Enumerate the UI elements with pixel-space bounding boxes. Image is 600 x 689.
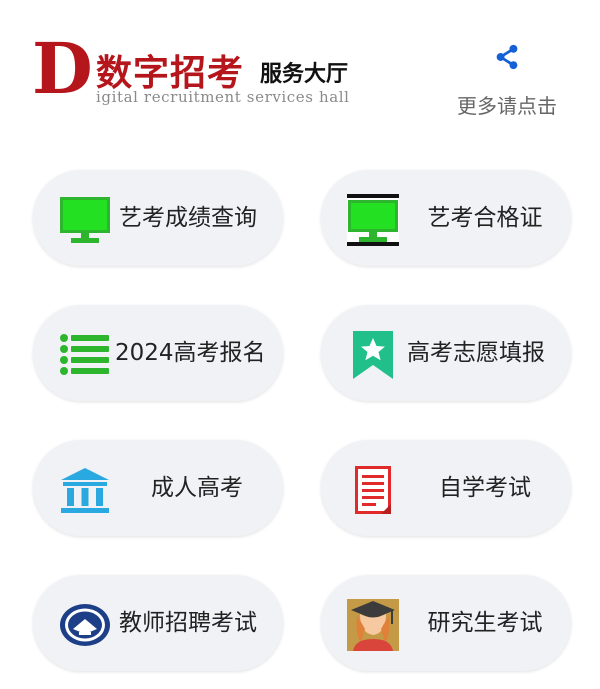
share-icon[interactable]	[493, 42, 521, 72]
logo-subtitle: 服务大厅	[260, 62, 349, 87]
share-label[interactable]: 更多请点击	[442, 90, 572, 119]
tile-postgraduate-exam[interactable]: 研究生考试	[321, 575, 571, 671]
tile-self-study-exam[interactable]: 自学考试	[321, 440, 571, 536]
logo-letter: D	[32, 27, 93, 110]
tile-label: 艺考成绩查询	[119, 205, 257, 231]
document-icon	[355, 466, 391, 514]
page: D 数字招考 服务大厅 igital recruitment services …	[0, 0, 600, 689]
building-icon	[61, 468, 109, 513]
tile-gaokao-registration[interactable]: 2024高考报名	[33, 305, 283, 401]
monitor-icon	[347, 194, 399, 246]
emblem-icon	[60, 604, 110, 646]
tile-label: 艺考合格证	[427, 205, 543, 231]
tile-label: 教师招聘考试	[119, 610, 257, 636]
graduate-avatar-icon	[347, 599, 399, 651]
share-button[interactable]: 更多请点击	[442, 42, 572, 119]
monitor-icon	[60, 197, 110, 243]
tile-teacher-recruitment-exam[interactable]: 教师招聘考试	[33, 575, 283, 671]
tile-label: 自学考试	[439, 475, 531, 501]
list-icon	[60, 334, 109, 375]
tile-art-exam-score[interactable]: 艺考成绩查询	[33, 170, 283, 266]
logo-tagline: igital recruitment services hall	[96, 88, 350, 106]
logo: D 数字招考 服务大厅 igital recruitment services …	[32, 34, 372, 112]
header: D 数字招考 服务大厅 igital recruitment services …	[0, 0, 600, 140]
bookmark-star-icon	[353, 331, 393, 379]
tile-label: 2024高考报名	[115, 340, 266, 366]
tile-volunteer-filling[interactable]: 高考志愿填报	[321, 305, 571, 401]
tile-label: 成人高考	[151, 475, 243, 501]
tile-adult-gaokao[interactable]: 成人高考	[33, 440, 283, 536]
tile-label: 高考志愿填报	[407, 340, 545, 366]
tile-label: 研究生考试	[427, 610, 543, 636]
tile-art-exam-certificate[interactable]: 艺考合格证	[321, 170, 571, 266]
